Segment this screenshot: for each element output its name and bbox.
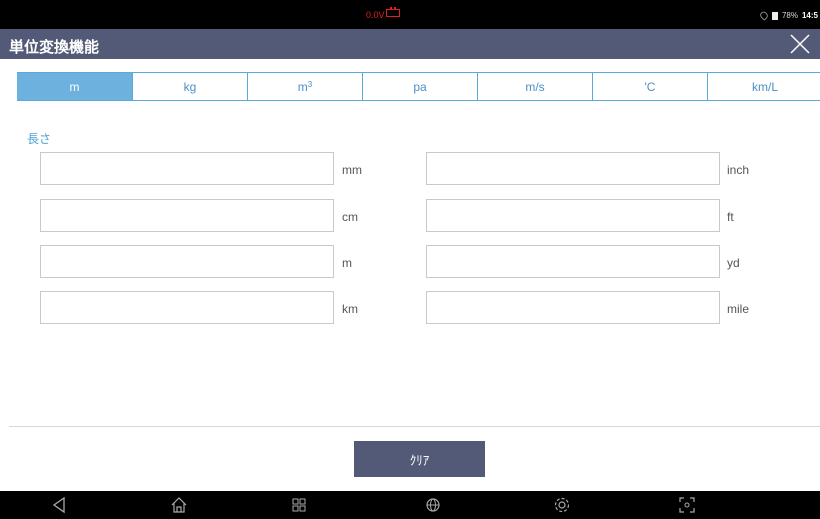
unit-label-m: m [342, 256, 352, 270]
home-icon[interactable] [168, 494, 190, 516]
globe-icon[interactable] [422, 494, 444, 516]
status-bar: 0.0V 78% 14:5 [0, 0, 820, 29]
tab-weight[interactable]: kg [132, 73, 247, 100]
mm-field[interactable] [40, 152, 334, 185]
unit-label-cm: cm [342, 210, 358, 224]
back-icon[interactable] [48, 494, 70, 516]
tab-volume[interactable]: m3 [247, 73, 362, 100]
unit-label-km: km [342, 302, 358, 316]
km-field[interactable] [40, 291, 334, 324]
footer-divider [9, 426, 820, 427]
m-input[interactable] [41, 246, 333, 277]
km-input[interactable] [41, 292, 333, 323]
unit-label-ft: ft [727, 210, 734, 224]
tab-label: m/s [525, 79, 545, 94]
mm-input[interactable] [41, 153, 333, 184]
mile-input[interactable] [427, 292, 719, 323]
tab-pressure[interactable]: pa [362, 73, 477, 100]
unit-label-mile: mile [727, 302, 750, 316]
screenshot-icon[interactable] [676, 494, 698, 516]
close-icon[interactable] [788, 32, 812, 56]
tab-label: 'C [644, 79, 656, 94]
inch-field[interactable] [426, 152, 720, 185]
tab-label: m [69, 79, 80, 94]
inch-input[interactable] [427, 153, 719, 184]
tab-fuel-economy[interactable]: km/L [707, 73, 820, 100]
tab-label: m [297, 79, 308, 94]
clock: 14:5 [801, 11, 818, 20]
tab-label: kg [183, 79, 197, 94]
recent-apps-icon[interactable] [288, 494, 310, 516]
navigation-bar [0, 491, 820, 519]
mile-field[interactable] [426, 291, 720, 324]
tab-temperature[interactable]: 'C [592, 73, 707, 100]
battery-icon [771, 11, 778, 20]
voltage-readout: 0.0V [366, 10, 385, 20]
cm-input[interactable] [41, 200, 333, 231]
battery-level: 78% [781, 11, 798, 20]
gear-icon[interactable] [551, 494, 573, 516]
tab-label: km/L [751, 79, 778, 94]
unit-label-yd: yd [727, 256, 740, 270]
clear-button[interactable]: ｸﾘｱ [354, 441, 485, 477]
unit-label-inch: inch [727, 163, 750, 177]
tab-speed[interactable]: m/s [477, 73, 592, 100]
yd-input[interactable] [427, 246, 719, 277]
tab-superscript: 3 [307, 80, 313, 89]
unit-tab-bar: m kg m3 pa m/s 'C km/L [17, 72, 820, 101]
ft-field[interactable] [426, 199, 720, 232]
status-right: 78% 14:5 [758, 10, 818, 21]
cm-field[interactable] [40, 199, 334, 232]
page-title: 単位変換機能 [9, 39, 100, 56]
section-label: 長さ [27, 132, 52, 146]
car-battery-icon [386, 7, 400, 17]
yd-field[interactable] [426, 245, 720, 278]
m-field[interactable] [40, 245, 334, 278]
wifi-icon [758, 10, 770, 21]
tab-label: pa [413, 79, 427, 94]
tab-length[interactable]: m [17, 73, 132, 100]
ft-input[interactable] [427, 200, 719, 231]
title-bar: 単位変換機能 [0, 29, 820, 59]
unit-label-mm: mm [342, 163, 362, 177]
